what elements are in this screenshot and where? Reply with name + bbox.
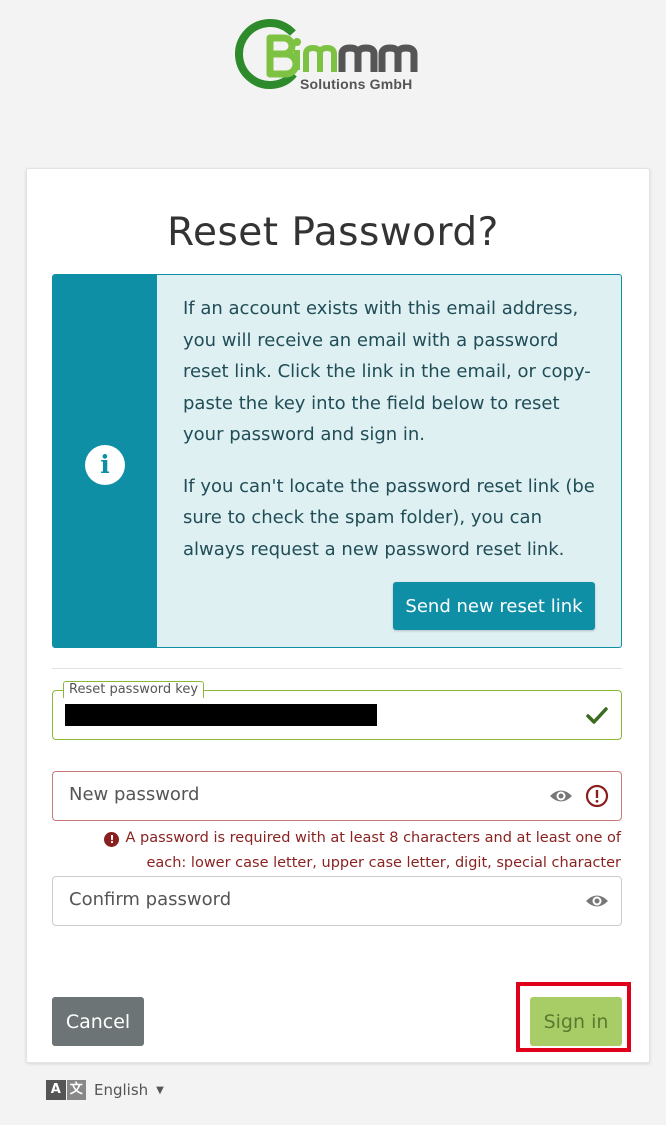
- info-paragraph-1: If an account exists with this email add…: [183, 298, 591, 445]
- error-icon: [585, 784, 609, 808]
- confirm-password-field[interactable]: Confirm password: [52, 876, 622, 926]
- eye-icon[interactable]: [585, 890, 609, 912]
- info-paragraph-2: If you can't locate the password reset l…: [183, 475, 595, 560]
- new-password-placeholder: New password: [69, 784, 200, 805]
- info-alert-text: If an account exists with this email add…: [183, 293, 605, 585]
- password-error-message: ! A password is required with at least 8 …: [61, 826, 621, 876]
- chevron-down-icon: ▼: [156, 1084, 164, 1096]
- language-selector[interactable]: A文 English ▼: [46, 1079, 164, 1101]
- info-alert-sidebar: i: [53, 275, 157, 647]
- cancel-button[interactable]: Cancel: [52, 997, 144, 1046]
- eye-icon[interactable]: [549, 785, 573, 807]
- password-error-text: A password is required with at least 8 c…: [125, 830, 621, 871]
- divider: [52, 668, 622, 669]
- reset-key-field[interactable]: Reset password key: [52, 681, 622, 740]
- company-logo: Solutions GmbH: [232, 16, 444, 96]
- error-bullet-icon: !: [104, 832, 120, 847]
- language-label: English: [94, 1081, 149, 1099]
- info-alert: i If an account exists with this email a…: [52, 274, 622, 648]
- page-title: Reset Password?: [167, 210, 499, 256]
- sign-in-highlight: [516, 982, 631, 1052]
- confirm-password-placeholder: Confirm password: [69, 889, 232, 910]
- logo-subtitle: Solutions GmbH: [300, 76, 413, 92]
- reset-key-label: Reset password key: [63, 681, 205, 698]
- check-icon: [586, 707, 608, 724]
- reset-key-value-redacted: [65, 704, 377, 726]
- new-password-field[interactable]: New password: [52, 771, 622, 821]
- send-new-reset-link-button[interactable]: Send new reset link: [393, 582, 595, 630]
- translate-icon: A文: [46, 1080, 86, 1100]
- info-icon: i: [85, 445, 125, 485]
